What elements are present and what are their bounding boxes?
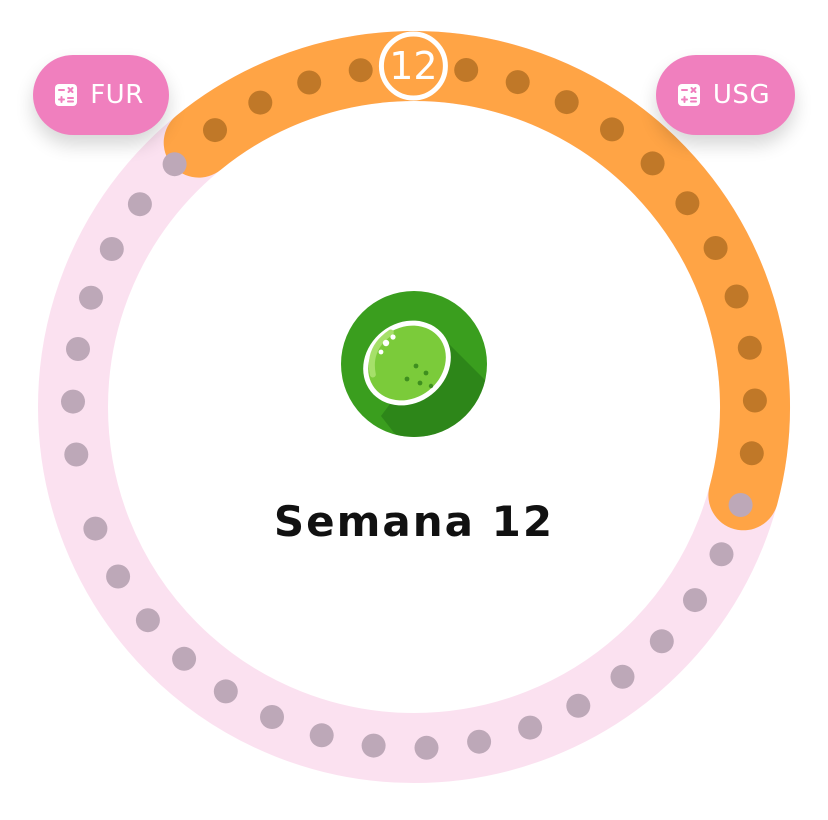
week-dot: [203, 118, 227, 143]
usg-button-label: USG: [712, 80, 771, 110]
week-dot: [505, 70, 530, 95]
week-dot: [83, 516, 108, 541]
week-dot: [737, 335, 762, 360]
current-week-badge[interactable]: 12: [378, 31, 448, 101]
week-dot: [213, 679, 238, 704]
week-dot: [172, 646, 197, 671]
week-dot: [518, 715, 543, 740]
usg-button[interactable]: USG: [656, 55, 795, 135]
week-dot: [309, 723, 334, 748]
week-dot: [260, 705, 284, 729]
week-dot: [64, 442, 89, 467]
week-dot: [728, 493, 753, 517]
week-dot: [742, 388, 767, 413]
week-dot: [297, 70, 322, 95]
week-dot: [724, 284, 749, 309]
week-dot: [361, 733, 386, 758]
week-dot: [640, 151, 665, 176]
week-dot: [566, 693, 591, 718]
calculator-icon: [55, 84, 78, 106]
week-dot: [703, 236, 728, 260]
week-dot: [61, 389, 85, 414]
week-dot: [106, 564, 131, 589]
week-dot: [649, 629, 674, 654]
week-dot: [79, 285, 103, 310]
week-dot: [467, 729, 492, 754]
week-dot: [99, 237, 124, 261]
week-dot: [162, 152, 187, 177]
week-dot: [683, 588, 707, 613]
current-week-number: 12: [389, 44, 437, 88]
fur-button[interactable]: FUR: [33, 55, 169, 135]
pregnancy-week-tracker: 12 FUR USG Semana 12: [0, 0, 828, 820]
week-dot: [554, 90, 579, 115]
lime-icon: [341, 291, 487, 437]
fur-button-label: FUR: [90, 80, 144, 110]
week-dot: [610, 664, 635, 689]
calculator-icon: [677, 84, 700, 106]
week-dot: [135, 608, 160, 633]
current-week-title: Semana 12: [273, 497, 555, 546]
week-dot: [709, 542, 734, 567]
week-dot: [348, 58, 373, 83]
week-dot: [600, 117, 624, 142]
week-dot: [454, 58, 479, 82]
week-dot: [414, 735, 439, 760]
week-dot: [127, 192, 152, 217]
week-dot: [675, 191, 700, 216]
week-dot: [248, 90, 273, 115]
week-dot: [739, 441, 764, 466]
week-dot: [66, 337, 90, 361]
